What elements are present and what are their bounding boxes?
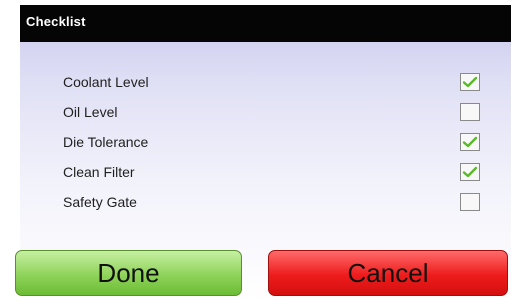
title-bar: Checklist xyxy=(20,5,511,42)
checkbox-die-tolerance[interactable] xyxy=(460,133,480,151)
checklist-item-label: Coolant Level xyxy=(63,74,149,90)
checklist-item-oil-level[interactable]: Oil Level xyxy=(20,99,511,129)
cancel-button[interactable]: Cancel xyxy=(268,250,508,296)
checklist-item-clean-filter[interactable]: Clean Filter xyxy=(20,159,511,189)
checkmark-icon xyxy=(462,166,478,178)
checkbox-coolant-level[interactable] xyxy=(460,73,480,91)
checkbox-safety-gate[interactable] xyxy=(460,193,480,211)
checkbox-oil-level[interactable] xyxy=(460,103,480,121)
checklist-item-label: Oil Level xyxy=(63,104,118,120)
dialog-title: Checklist xyxy=(26,14,86,29)
checklist-item-label: Safety Gate xyxy=(63,194,137,210)
checkbox-clean-filter[interactable] xyxy=(460,163,480,181)
checklist-item-die-tolerance[interactable]: Die Tolerance xyxy=(20,129,511,159)
checkmark-icon xyxy=(462,76,478,88)
checkmark-icon xyxy=(462,136,478,148)
done-button[interactable]: Done xyxy=(15,250,242,296)
checklist-item-coolant-level[interactable]: Coolant Level xyxy=(20,69,511,99)
checklist-item-label: Die Tolerance xyxy=(63,134,149,150)
checklist-item-safety-gate[interactable]: Safety Gate xyxy=(20,189,511,219)
checklist-item-label: Clean Filter xyxy=(63,164,135,180)
